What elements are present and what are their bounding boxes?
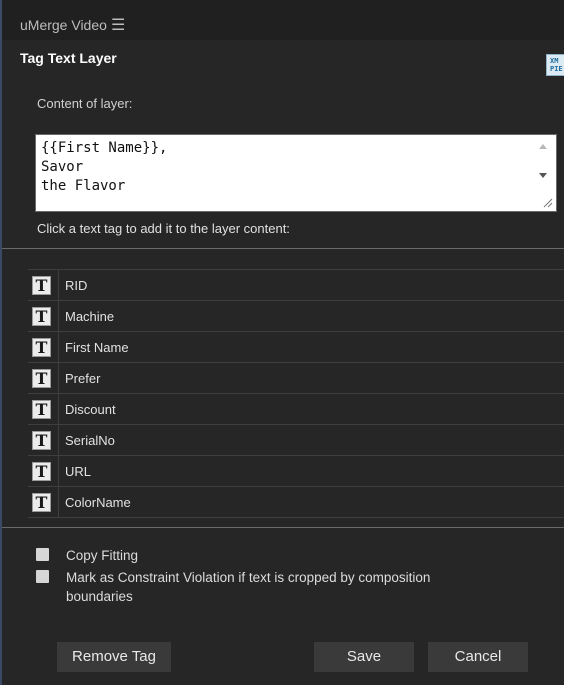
tag-row[interactable]: T Machine: [28, 301, 564, 332]
copy-fitting-checkbox[interactable]: [36, 548, 49, 561]
constraint-violation-checkbox[interactable]: [36, 570, 49, 583]
constraint-violation-label: Mark as Constraint Violation if text is …: [66, 568, 430, 606]
text-tag-icon: T: [32, 306, 51, 326]
column-separator: [58, 394, 59, 424]
text-tag-icon: T: [32, 492, 51, 512]
tag-label: Machine: [65, 309, 115, 324]
constraint-violation-label-line1: Mark as Constraint Violation if text is …: [66, 570, 431, 585]
text-tag-icon: T: [32, 275, 51, 295]
tag-label: SerialNo: [65, 433, 115, 448]
column-separator: [58, 332, 59, 362]
panel-title: Tag Text Layer: [20, 50, 117, 66]
divider: [2, 527, 564, 528]
constraint-violation-option[interactable]: Mark as Constraint Violation if text is …: [36, 568, 430, 606]
scroll-down-arrow-icon[interactable]: [539, 173, 547, 178]
text-tag-icon: T: [32, 399, 51, 419]
tag-label: RID: [65, 278, 88, 293]
tag-row[interactable]: T First Name: [28, 332, 564, 363]
constraint-violation-label-line2: boundaries: [66, 589, 133, 604]
text-tag-icon: T: [32, 461, 51, 481]
tag-row[interactable]: T RID: [28, 270, 564, 301]
tag-label: Discount: [65, 402, 116, 417]
scroll-up-arrow-icon[interactable]: [539, 144, 547, 149]
text-tag-icon: T: [32, 368, 51, 388]
layer-content-textarea[interactable]: {{First Name}}, Savor the Flavor: [35, 134, 557, 212]
divider: [2, 248, 564, 249]
app-titlebar: uMerge Video ☰: [2, 0, 564, 40]
hamburger-menu-icon[interactable]: ☰: [111, 15, 125, 35]
tag-row[interactable]: T ColorName: [28, 487, 564, 518]
column-separator: [58, 270, 59, 300]
tag-label: Prefer: [65, 371, 101, 386]
remove-tag-button[interactable]: Remove Tag: [57, 642, 171, 672]
text-tag-icon: T: [32, 337, 51, 357]
tag-text-layer-panel: uMerge Video ☰ Tag Text Layer XM PIE Con…: [0, 0, 564, 685]
column-separator: [58, 487, 59, 517]
layer-content-text[interactable]: {{First Name}}, Savor the Flavor: [41, 139, 526, 209]
content-label: Content of layer:: [37, 96, 133, 111]
tag-row[interactable]: T SerialNo: [28, 425, 564, 456]
cancel-button[interactable]: Cancel: [428, 642, 528, 672]
tag-row[interactable]: T URL: [28, 456, 564, 487]
column-separator: [58, 363, 59, 393]
text-tag-list: T RID T Machine T First Name T Prefer T Discount T…: [28, 269, 564, 518]
column-separator: [58, 425, 59, 455]
copy-fitting-option[interactable]: Copy Fitting: [36, 546, 138, 565]
xmpie-logo-icon: XM PIE: [546, 54, 564, 76]
resize-grip-icon[interactable]: [543, 198, 553, 208]
column-separator: [58, 456, 59, 486]
app-title: uMerge Video: [20, 17, 107, 33]
tag-label: URL: [65, 464, 92, 479]
tag-label: ColorName: [65, 495, 131, 510]
copy-fitting-label: Copy Fitting: [66, 548, 139, 563]
tag-row[interactable]: T Prefer: [28, 363, 564, 394]
tag-row[interactable]: T Discount: [28, 394, 564, 425]
text-tag-icon: T: [32, 430, 51, 450]
tag-label: First Name: [65, 340, 129, 355]
save-button[interactable]: Save: [314, 642, 414, 672]
tag-hint-text: Click a text tag to add it to the layer …: [37, 221, 290, 236]
column-separator: [58, 301, 59, 331]
